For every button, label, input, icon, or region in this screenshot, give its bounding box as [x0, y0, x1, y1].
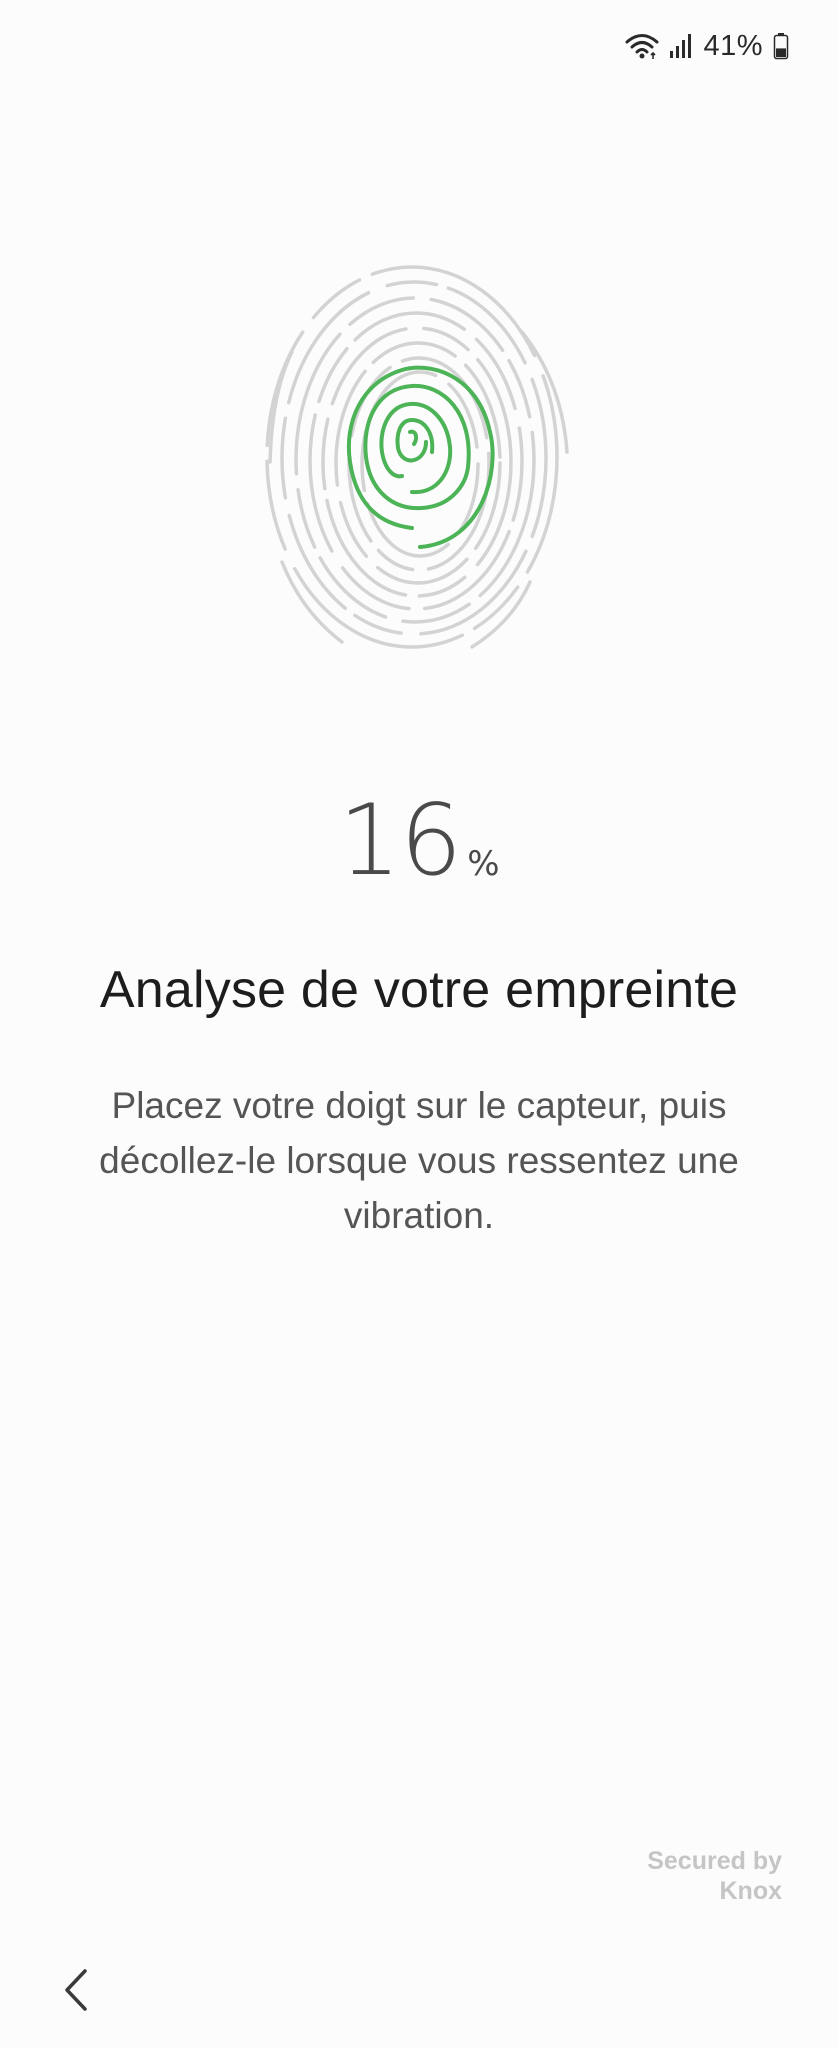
- back-button[interactable]: [48, 1964, 104, 2020]
- signal-icon: [669, 33, 693, 59]
- secured-by-knox: Secured by Knox: [647, 1846, 782, 1906]
- fingerprint-icon: [262, 262, 576, 664]
- battery-icon: [773, 32, 789, 60]
- chevron-left-icon: [61, 1968, 91, 2017]
- progress-unit: %: [467, 844, 500, 884]
- wifi-icon: [625, 31, 659, 61]
- enrollment-progress: 16 %: [0, 792, 838, 890]
- knox-line-2: Knox: [719, 1877, 783, 1905]
- page-title: Analyse de votre empreinte: [99, 961, 739, 1019]
- progress-value: 16: [338, 784, 462, 898]
- battery-percent: 41%: [703, 29, 763, 62]
- status-bar: 41%: [625, 26, 789, 66]
- knox-line-1: Secured by: [647, 1847, 782, 1875]
- instructions-text: Placez votre doigt sur le capteur, puis …: [99, 1085, 739, 1236]
